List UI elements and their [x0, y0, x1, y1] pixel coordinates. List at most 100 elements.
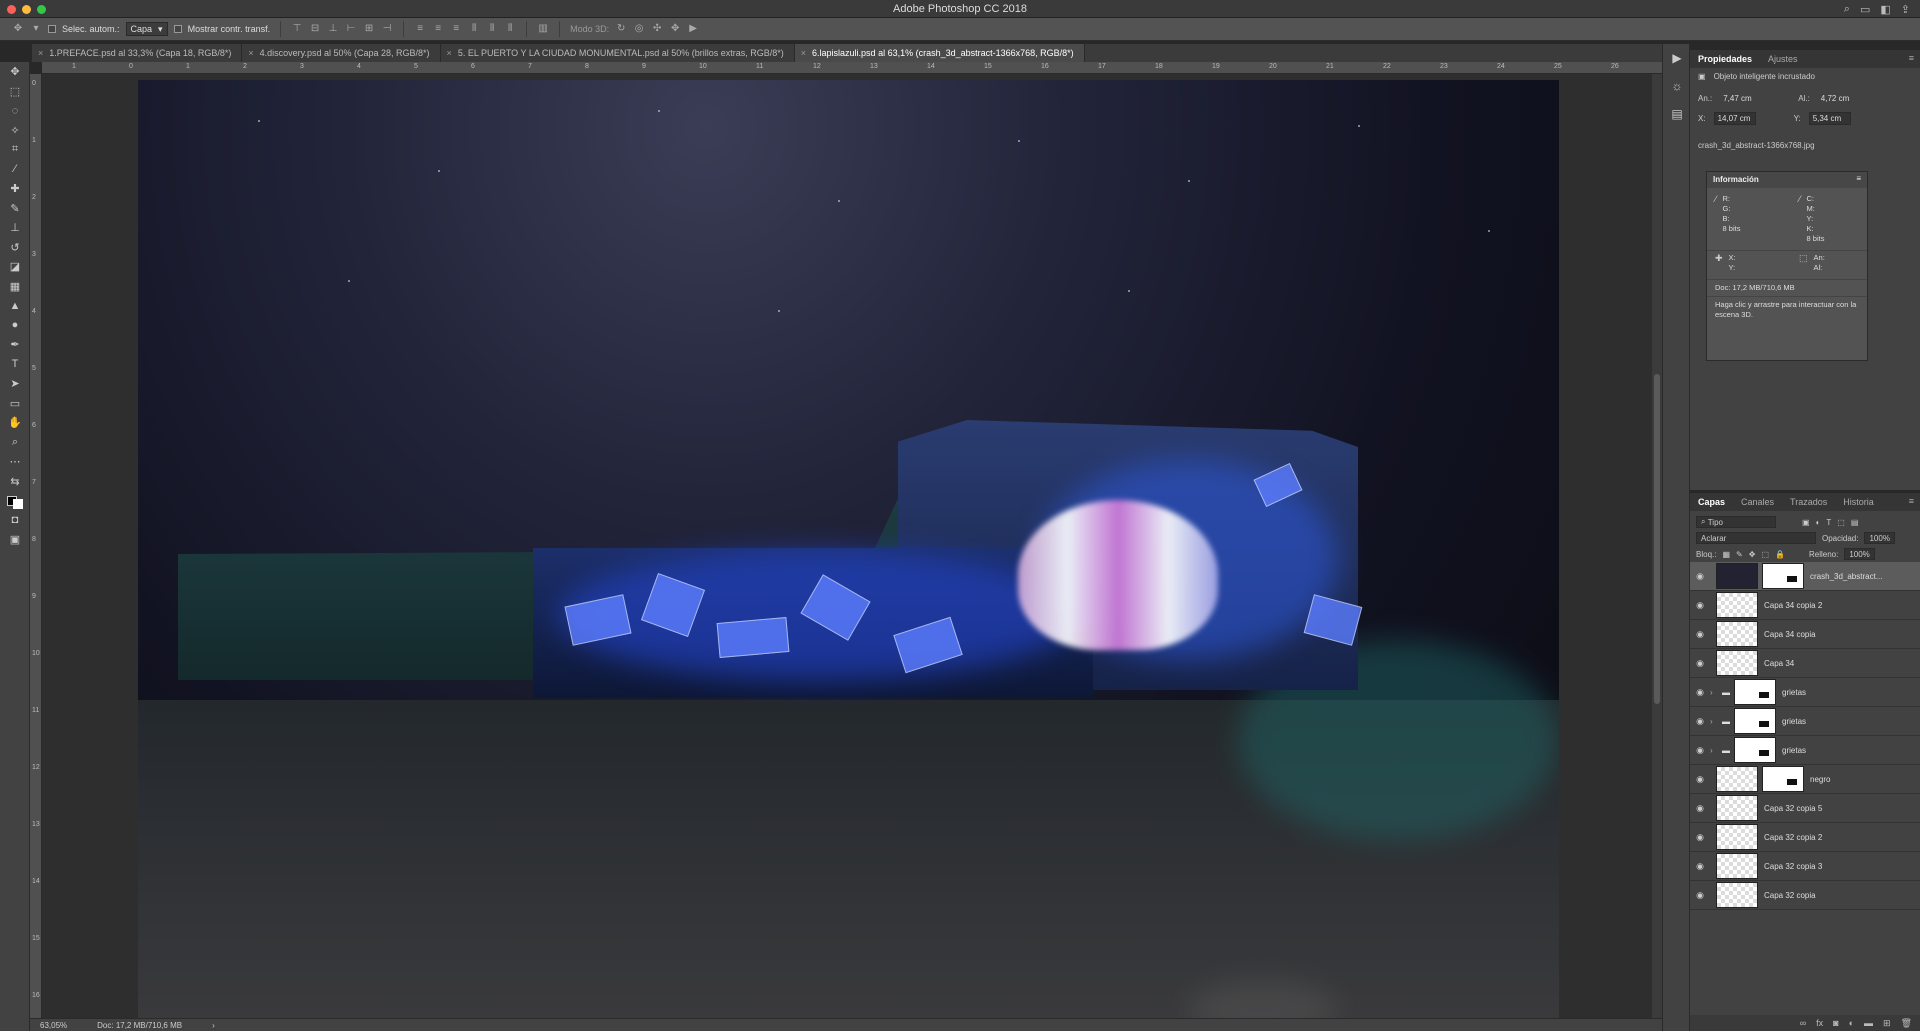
eye-icon[interactable]: ◉ — [1690, 600, 1710, 611]
marquee-tool-icon[interactable]: ⬚ — [0, 82, 30, 102]
eye-icon[interactable]: ◉ — [1690, 774, 1710, 785]
tab-properties[interactable]: Propiedades — [1698, 54, 1752, 64]
eye-icon[interactable]: ◉ — [1690, 687, 1710, 698]
vertical-scrollbar[interactable] — [1652, 74, 1662, 1018]
layer-row[interactable]: ◉ Capa 32 copia — [1690, 881, 1920, 910]
distribute-left-icon[interactable]: ⫴ — [468, 24, 480, 34]
canvas-area[interactable] — [42, 74, 1652, 1018]
link-icon[interactable]: ∞ — [1800, 1018, 1806, 1028]
screen-mode-icon[interactable]: ▣ — [0, 530, 30, 550]
orbit-3d-icon[interactable]: ↻ — [615, 24, 627, 34]
trash-icon[interactable]: 🗑 — [1901, 1018, 1912, 1029]
move-tool-icon[interactable]: ✥ — [0, 62, 30, 82]
brush-settings-icon[interactable]: ▤ — [1663, 100, 1691, 128]
slide-3d-icon[interactable]: ✥ — [669, 24, 681, 34]
distribute-right-icon[interactable]: ⫴ — [504, 24, 516, 34]
auto-align-icon[interactable]: ▥ — [537, 24, 549, 34]
eraser-icon[interactable]: ◪ — [0, 257, 30, 277]
scroll-thumb[interactable] — [1654, 374, 1660, 704]
eye-icon[interactable]: ◉ — [1690, 803, 1710, 814]
distribute-vcenter-icon[interactable]: ≡ — [432, 24, 444, 34]
filter-adjust-icon[interactable]: ◐ — [1816, 518, 1821, 527]
lock-transparency-icon[interactable]: ▦ — [1722, 550, 1730, 559]
new-group-icon[interactable]: ▬ — [1864, 1018, 1873, 1028]
panel-menu-icon[interactable]: ≡ — [1856, 174, 1861, 183]
y-field[interactable]: 5,34 cm — [1808, 112, 1851, 125]
blur-tool-icon[interactable]: ▲ — [0, 296, 30, 316]
align-top-icon[interactable]: ⊤ — [291, 24, 303, 34]
tab-preface[interactable]: × 1.PREFACE.psd al 33,3% (Capa 18, RGB/8*… — [32, 44, 243, 62]
filter-pixel-icon[interactable]: ▣ — [1802, 518, 1810, 527]
layer-row[interactable]: ◉ Capa 34 copia — [1690, 620, 1920, 649]
minimize-window-button[interactable] — [22, 5, 31, 14]
zoom-level[interactable]: 63,05% — [40, 1021, 67, 1030]
chevron-right-icon[interactable]: › — [212, 1021, 215, 1030]
close-icon[interactable]: × — [38, 48, 43, 58]
type-tool-icon[interactable]: T — [0, 355, 30, 375]
layer-row[interactable]: ◉ crash_3d_abstract... — [1690, 562, 1920, 591]
close-window-button[interactable] — [7, 5, 16, 14]
lock-pixels-icon[interactable]: ✎ — [1736, 550, 1743, 559]
roll-3d-icon[interactable]: ◎ — [633, 24, 645, 34]
panel-menu-icon[interactable]: ≡ — [1909, 496, 1914, 506]
tab-lapislazuli[interactable]: × 6.lapislazuli.psd al 63,1% (crash_3d_ab… — [794, 44, 1085, 62]
hand-tool-icon[interactable]: ✋ — [0, 413, 30, 433]
align-bottom-icon[interactable]: ⊥ — [327, 24, 339, 34]
chevron-down-icon[interactable]: ▾ — [30, 24, 42, 34]
swap-colors-icon[interactable]: ⇆ — [0, 472, 30, 492]
eye-icon[interactable]: ◉ — [1690, 890, 1710, 901]
layer-group-row[interactable]: ◉ › ▬ grietas — [1690, 736, 1920, 765]
healing-brush-icon[interactable]: ✚ — [0, 179, 30, 199]
lasso-tool-icon[interactable]: ◌ — [0, 101, 30, 121]
layer-row[interactable]: ◉ negro — [1690, 765, 1920, 794]
history-brush-icon[interactable]: ↺ — [0, 238, 30, 258]
lock-artboard-icon[interactable]: ⬚ — [1761, 550, 1769, 559]
eye-icon[interactable]: ◉ — [1690, 629, 1710, 640]
pen-tool-icon[interactable]: ✒ — [0, 335, 30, 355]
distribute-bottom-icon[interactable]: ≡ — [450, 24, 462, 34]
move-tool-icon[interactable]: ✥ — [12, 24, 24, 34]
new-layer-icon[interactable]: ⊞ — [1883, 1018, 1891, 1029]
eye-icon[interactable]: ◉ — [1690, 716, 1710, 727]
layer-group-row[interactable]: ◉ › ▬ grietas — [1690, 678, 1920, 707]
show-transform-checkbox[interactable] — [173, 25, 182, 33]
arrange-icon[interactable]: ◧ — [1880, 3, 1890, 16]
layer-row[interactable]: ◉ Capa 32 copia 5 — [1690, 794, 1920, 823]
tab-paths[interactable]: Trazados — [1790, 497, 1827, 507]
color-swatch-icon[interactable] — [0, 491, 30, 511]
fx-icon[interactable]: fx — [1816, 1018, 1823, 1028]
close-icon[interactable]: × — [447, 48, 452, 58]
align-vcenter-icon[interactable]: ⊟ — [309, 24, 321, 34]
filter-smart-icon[interactable]: ▤ — [1851, 518, 1859, 527]
close-icon[interactable]: × — [248, 48, 253, 58]
layer-row[interactable]: ◉ Capa 32 copia 3 — [1690, 852, 1920, 881]
adjustment-layer-icon[interactable]: ◐ — [1849, 1018, 1854, 1028]
height-field[interactable]: 4,72 cm — [1818, 93, 1860, 104]
opacity-field[interactable]: 100% — [1864, 532, 1895, 544]
chevron-right-icon[interactable]: › — [1710, 746, 1722, 755]
chevron-right-icon[interactable]: › — [1710, 688, 1722, 697]
auto-select-dropdown[interactable]: Capa ▾ — [125, 22, 168, 36]
camera-3d-icon[interactable]: ▶ — [687, 24, 699, 34]
chevron-right-icon[interactable]: › — [1710, 717, 1722, 726]
tab-channels[interactable]: Canales — [1741, 497, 1774, 507]
gradient-tool-icon[interactable]: ▦ — [0, 277, 30, 297]
align-hcenter-icon[interactable]: ⊞ — [363, 24, 375, 34]
filter-shape-icon[interactable]: ⬚ — [1837, 518, 1845, 527]
quick-mask-icon[interactable]: ◘ — [0, 511, 30, 531]
distribute-top-icon[interactable]: ≡ — [414, 24, 426, 34]
eye-icon[interactable]: ◉ — [1690, 571, 1710, 582]
clone-stamp-icon[interactable]: ⊥ — [0, 218, 30, 238]
tab-puerto[interactable]: × 5. EL PUERTO Y LA CIUDAD MONUMENTAL.psd… — [441, 44, 795, 62]
blend-mode-dropdown[interactable]: Aclarar — [1696, 532, 1816, 544]
document-canvas[interactable] — [138, 80, 1559, 1018]
share-icon[interactable]: ⇪ — [1901, 3, 1910, 16]
magic-wand-icon[interactable]: ✧ — [0, 121, 30, 141]
brush-tool-icon[interactable]: ✎ — [0, 199, 30, 219]
crop-tool-icon[interactable]: ⌗ — [0, 140, 30, 160]
tab-layers[interactable]: Capas — [1698, 497, 1725, 507]
tab-adjustments[interactable]: Ajustes — [1768, 54, 1798, 64]
width-field[interactable]: 7,47 cm — [1720, 93, 1762, 104]
filter-type-icon[interactable]: T — [1826, 518, 1831, 527]
align-right-icon[interactable]: ⊣ — [381, 24, 393, 34]
